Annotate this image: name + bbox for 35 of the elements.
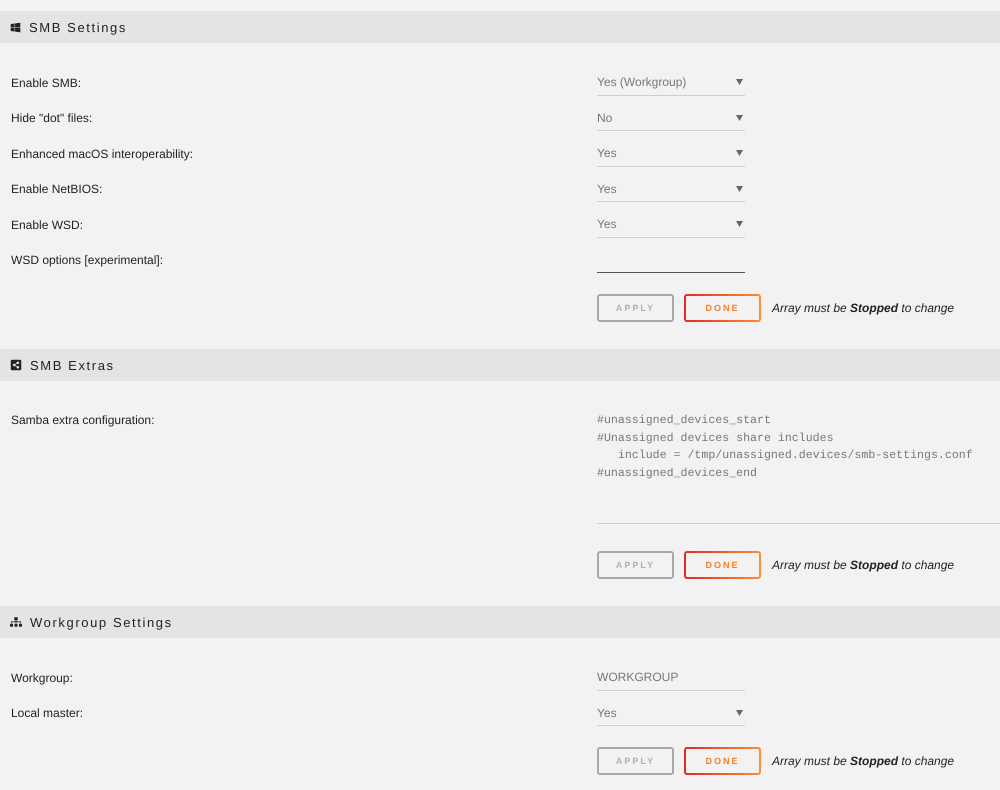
select-field[interactable]: Yes	[597, 176, 745, 202]
caret-icon	[736, 710, 743, 716]
textarea-field[interactable]: #unassigned_devices_start #Unassigned devices share includes include = /tmp/unassigned.devices/smb-settings.conf #unassigned_devices_end	[597, 410, 1000, 524]
sitemap-icon	[10, 616, 22, 628]
section-title: SMB Extras	[30, 358, 115, 372]
section-title: SMB Settings	[29, 20, 127, 34]
select-field[interactable]: Yes (Workgroup)	[597, 70, 745, 96]
status-note: Array must be Stopped to change	[772, 558, 954, 572]
select-field[interactable]: No	[597, 105, 745, 132]
status-note: Array must be Stopped to change	[772, 301, 954, 315]
input-field[interactable]: WORKGROUP	[597, 664, 745, 691]
status-note: Array must be Stopped to change	[772, 754, 954, 768]
caret-icon	[736, 79, 743, 86]
field-label: Enable NetBIOS:	[11, 181, 102, 198]
field-label: Samba extra configuration:	[11, 412, 154, 429]
field-label: Local master:	[11, 705, 84, 722]
share-icon	[10, 359, 22, 371]
section-title: Workgroup Settings	[30, 614, 173, 630]
field-label: Enable WSD:	[11, 216, 84, 234]
select-field[interactable]: Yes	[597, 212, 745, 238]
done-button[interactable]: DONE	[684, 747, 761, 775]
select-field[interactable]: Yes	[597, 700, 745, 726]
field-label: Workgroup:	[11, 670, 73, 687]
field-label: Enhanced macOS interoperability:	[11, 146, 194, 163]
caret-icon	[736, 221, 743, 228]
select-field[interactable]: Yes	[597, 140, 745, 167]
field-label: Hide "dot" files:	[11, 110, 92, 128]
done-button[interactable]: DONE	[684, 294, 761, 322]
caret-icon	[736, 186, 743, 192]
window-panes-icon	[10, 22, 21, 32]
done-button[interactable]: DONE	[684, 551, 761, 579]
field-label: WSD options [experimental]:	[11, 252, 164, 270]
caret-icon	[736, 150, 743, 156]
caret-icon	[736, 114, 743, 121]
field-label: Enable SMB:	[11, 74, 82, 92]
